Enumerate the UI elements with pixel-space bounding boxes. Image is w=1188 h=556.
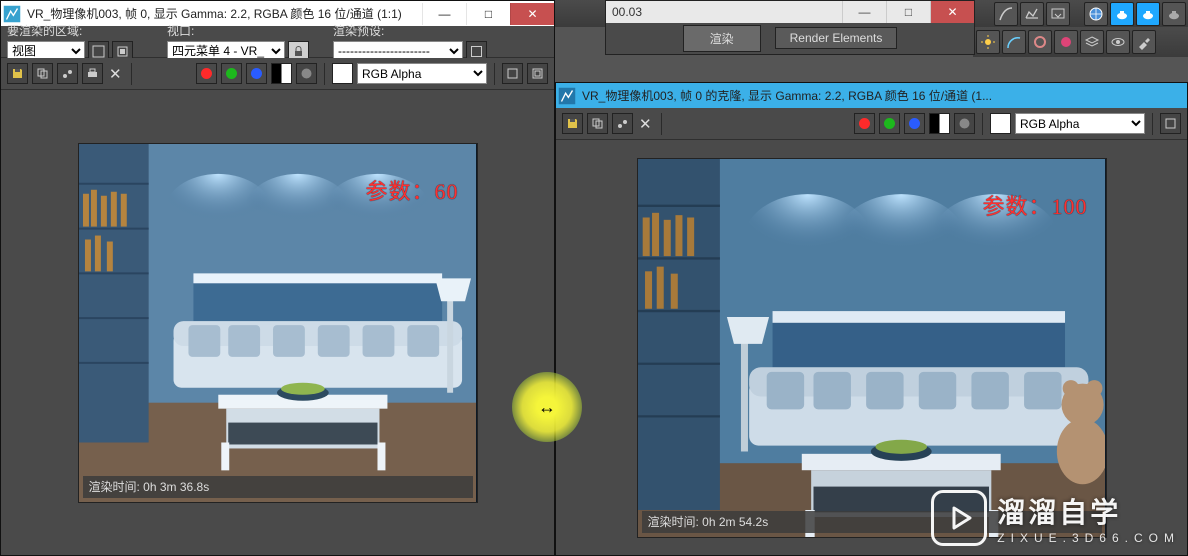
render-status: 渲染时间: 0h 3m 36.8s: [83, 476, 473, 498]
arc-icon[interactable]: [1002, 30, 1026, 54]
render-canvas-area[interactable]: 参数：60 渲染时间: 0h 3m 36.8s: [1, 90, 554, 555]
maximize-button[interactable]: □: [886, 1, 930, 23]
sun-icon[interactable]: [976, 30, 1000, 54]
max-command-panel-toolbar: [973, 27, 1188, 57]
ring-icon[interactable]: [1028, 30, 1052, 54]
save-icon[interactable]: [7, 63, 28, 84]
app-icon: [556, 85, 578, 107]
eye-icon[interactable]: [1106, 30, 1130, 54]
watermark: 溜溜自学 ZIXUE.3D66.COM: [931, 490, 1180, 546]
window-title: VR_物理像机003, 帧 0, 显示 Gamma: 2.2, RGBA 颜色 …: [23, 5, 422, 22]
area-label: 要渲染的区域:: [7, 22, 133, 39]
toolbar-row: ✕ RGB Alpha: [556, 108, 1187, 140]
mono-toggle[interactable]: [296, 63, 317, 84]
swatch-white[interactable]: [332, 63, 353, 84]
render-button[interactable]: 渲染: [683, 25, 761, 52]
red-channel-toggle[interactable]: [196, 63, 217, 84]
copy-icon[interactable]: [587, 113, 608, 134]
teapot2-icon[interactable]: [1136, 2, 1160, 26]
globe-icon[interactable]: [1084, 2, 1108, 26]
render-output: 参数：60 渲染时间: 0h 3m 36.8s: [78, 143, 478, 503]
render-dialog-title: 00.03: [606, 5, 842, 19]
watermark-brand: 溜溜自学: [997, 491, 1180, 531]
channel-select[interactable]: RGB Alpha: [357, 63, 487, 84]
blue-channel-toggle[interactable]: [904, 113, 925, 134]
channel-select[interactable]: RGB Alpha: [1015, 113, 1145, 134]
teapot1-icon[interactable]: [1110, 2, 1134, 26]
alpha-toggle[interactable]: [271, 63, 292, 84]
graph-icon[interactable]: [1020, 2, 1044, 26]
close-button[interactable]: ✕: [930, 1, 974, 23]
clear-icon[interactable]: ✕: [109, 65, 122, 83]
minimize-button[interactable]: —: [842, 1, 886, 23]
toolbar-row: ✕ RGB Alpha: [1, 58, 554, 90]
swatch-white[interactable]: [990, 113, 1011, 134]
green-channel-toggle[interactable]: [221, 63, 242, 84]
blue-channel-toggle[interactable]: [246, 63, 267, 84]
render-output: 参数：100 渲染时间: 0h 2m 54.2s: [637, 158, 1107, 538]
param-overlay: 参数：60: [365, 174, 458, 206]
mono-toggle[interactable]: [954, 113, 975, 134]
overlay2-icon[interactable]: [527, 63, 548, 84]
frame-buffer-left: VR_物理像机003, 帧 0, 显示 Gamma: 2.2, RGBA 颜色 …: [0, 0, 555, 556]
render-setup-dialog: 00.03 — □ ✕ 渲染 Render Elements: [605, 0, 975, 55]
save-icon[interactable]: [562, 113, 583, 134]
clone-icon[interactable]: [612, 113, 633, 134]
print-icon[interactable]: [82, 63, 103, 84]
titlebar[interactable]: VR_物理像机003, 帧 0 的克隆, 显示 Gamma: 2.2, RGBA…: [556, 83, 1187, 108]
render-elements-tab[interactable]: Render Elements: [775, 27, 898, 49]
overlay-icon[interactable]: [1160, 113, 1181, 134]
green-channel-toggle[interactable]: [879, 113, 900, 134]
frame-buffer-right: VR_物理像机003, 帧 0 的克隆, 显示 Gamma: 2.2, RGBA…: [555, 82, 1188, 556]
curve-icon[interactable]: [994, 2, 1018, 26]
layers-icon[interactable]: [1080, 30, 1104, 54]
options-row: 要渲染的区域: 视图 视口: 四元菜单 4 - VR_ 渲染预设: ------…: [1, 26, 554, 58]
clone-icon[interactable]: [57, 63, 78, 84]
red-channel-toggle[interactable]: [854, 113, 875, 134]
watermark-url: ZIXUE.3D66.COM: [997, 531, 1180, 545]
viewport-label: 视口:: [167, 22, 309, 39]
window-title: VR_物理像机003, 帧 0 的克隆, 显示 Gamma: 2.2, RGBA…: [578, 87, 1187, 104]
teapot3-icon[interactable]: [1162, 2, 1186, 26]
param-overlay: 参数：100: [982, 189, 1087, 221]
watermark-logo-icon: [931, 490, 987, 546]
alpha-toggle[interactable]: [929, 113, 950, 134]
hammer-icon[interactable]: [1132, 30, 1156, 54]
overlay-icon[interactable]: [502, 63, 523, 84]
clear-icon[interactable]: ✕: [639, 115, 652, 133]
dropdown-icon[interactable]: [1046, 2, 1070, 26]
copy-icon[interactable]: [32, 63, 53, 84]
sphere-icon[interactable]: [1054, 30, 1078, 54]
preset-label: 渲染预设:: [333, 22, 548, 39]
